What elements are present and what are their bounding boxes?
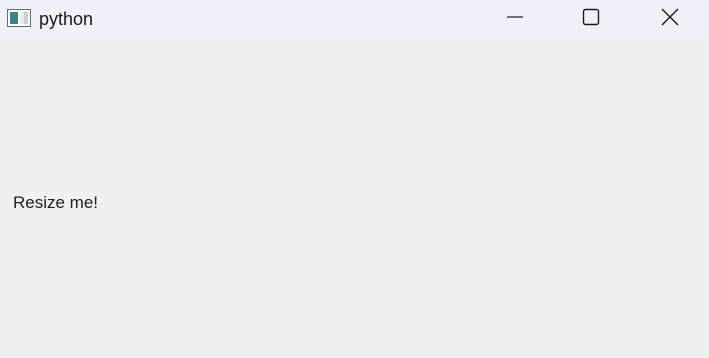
- minimize-icon: [506, 8, 524, 31]
- maximize-icon: [582, 8, 600, 31]
- window-title: python: [39, 9, 94, 29]
- maximize-button[interactable]: [553, 0, 629, 38]
- close-icon: [661, 8, 679, 31]
- close-button[interactable]: [632, 0, 708, 38]
- app-window-icon: [7, 9, 31, 27]
- title-bar[interactable]: python: [0, 0, 709, 38]
- app-window: python Resize me!: [0, 0, 709, 358]
- resize-label: Resize me!: [13, 193, 99, 212]
- window-client-area: Resize me!: [0, 38, 709, 358]
- minimize-button[interactable]: [477, 0, 553, 38]
